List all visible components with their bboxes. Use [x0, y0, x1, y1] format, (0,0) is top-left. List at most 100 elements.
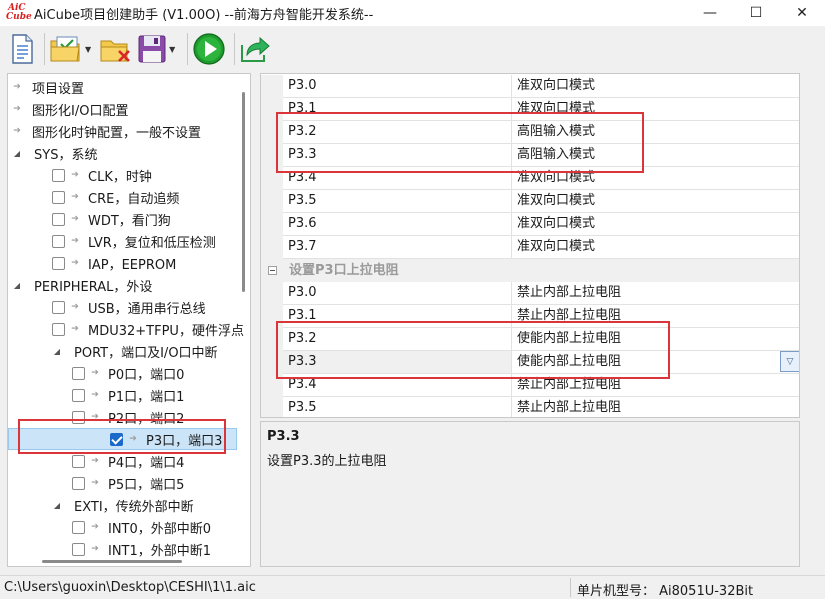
grid-property-row[interactable]: P3.5 禁止内部上拉电阻 — [261, 397, 799, 417]
save-button[interactable]: ▼ — [137, 31, 179, 67]
expand-toggle-icon[interactable]: ◢ — [50, 347, 64, 356]
property-value[interactable]: 禁止内部上拉电阻 — [512, 397, 799, 417]
tree-item-checkbox[interactable] — [72, 388, 85, 402]
tree-vertical-scrollbar[interactable] — [238, 74, 250, 552]
node-arrow-icon: ➔ — [91, 456, 99, 466]
grid-property-row[interactable]: P3.1 准双向口模式 — [261, 98, 799, 121]
grid-property-row[interactable]: P3.2 使能内部上拉电阻 — [261, 328, 799, 351]
tree-item-checkbox[interactable] — [72, 476, 85, 490]
grid-property-row[interactable]: P3.0 准双向口模式 — [261, 75, 799, 98]
tree-item-checkbox[interactable] — [52, 168, 65, 182]
tree-item-checkbox[interactable] — [52, 300, 65, 314]
grid-property-row[interactable]: P3.3 高阻输入模式 — [261, 144, 799, 167]
tree-item-checkbox[interactable] — [52, 256, 65, 270]
tree-item[interactable]: ➔ INT0，外部中断0 — [8, 516, 211, 538]
property-value[interactable]: 准双向口模式 — [512, 98, 799, 121]
property-value-text: 高阻输入模式 — [517, 124, 596, 139]
property-value[interactable]: 高阻输入模式 — [512, 121, 799, 144]
grid-property-row[interactable]: P3.5 准双向口模式 — [261, 190, 799, 213]
tree-item[interactable]: ◢ PORT，端口及I/O口中断 — [8, 340, 218, 362]
tree-item[interactable]: ➔ P3口，端口3 — [8, 428, 237, 450]
tree-item-checkbox[interactable] — [52, 212, 65, 226]
tree-item[interactable]: ➔ 图形化时钟配置，一般不设置 — [8, 120, 201, 142]
property-value[interactable]: 高阻输入模式 — [512, 144, 799, 167]
tree-item[interactable]: ➔ P1口，端口1 — [8, 384, 184, 406]
tree-item[interactable]: ➔ MDU32+TFPU，硬件浮点 — [8, 318, 244, 340]
tree-item[interactable]: ➔ P2口，端口2 — [8, 406, 184, 428]
tree-item[interactable]: ◢ EXTI，传统外部中断 — [8, 494, 194, 516]
property-value[interactable]: 准双向口模式 — [512, 213, 799, 236]
tree-item[interactable]: ➔ P0口，端口0 — [8, 362, 184, 384]
property-value[interactable]: 禁止内部上拉电阻 — [512, 305, 799, 328]
maximize-button[interactable]: ☐ — [733, 0, 779, 26]
tree-item[interactable]: ➔ INT1，外部中断1 — [8, 538, 211, 560]
property-value[interactable]: 准双向口模式 — [512, 236, 799, 259]
export-button[interactable] — [239, 31, 271, 67]
node-arrow-icon: ➔ — [71, 214, 79, 224]
window-title: AiCube项目创建助手 (V1.00O) --前海方舟智能开发系统-- — [34, 7, 374, 23]
tree-item-checkbox[interactable] — [72, 542, 85, 556]
grid-property-row[interactable]: P3.1 禁止内部上拉电阻 — [261, 305, 799, 328]
tree-item-checkbox[interactable] — [52, 190, 65, 204]
tree-item[interactable]: ➔ IAP，EEPROM — [8, 252, 176, 274]
property-name: P3.1 — [283, 305, 512, 328]
property-value[interactable]: 禁止内部上拉电阻 — [512, 374, 799, 397]
tree-item[interactable]: ➔ USB，通用串行总线 — [8, 296, 206, 318]
chevron-down-icon[interactable]: ▼ — [85, 45, 91, 54]
expand-toggle-icon[interactable]: ◢ — [50, 501, 64, 510]
property-value[interactable]: 禁止内部上拉电阻 — [512, 282, 799, 305]
property-value[interactable]: 准双向口模式 — [512, 190, 799, 213]
tree-item-checkbox[interactable] — [52, 322, 65, 336]
grid-gutter — [261, 351, 283, 374]
value-dropdown-button[interactable]: ▽ — [780, 351, 799, 372]
grid-property-row[interactable]: P3.4 准双向口模式 — [261, 167, 799, 190]
grid-category-row[interactable]: 设置P3口上拉电阻 — [261, 259, 799, 282]
grid-property-row[interactable]: P3.0 禁止内部上拉电阻 — [261, 282, 799, 305]
tree-item-label: PORT，端口及I/O口中断 — [74, 345, 218, 361]
tree-item-checkbox[interactable] — [52, 234, 65, 248]
property-value[interactable]: 使能内部上拉电阻 — [512, 328, 799, 351]
grid-gutter — [261, 98, 283, 121]
open-project-button[interactable]: ▼ — [49, 31, 95, 67]
project-tree[interactable]: ➔ 项目设置 ➔ 图形化I/O口配置 ➔ 图形化时钟配置，一般不设置 ◢ SYS，系统 ➔ CLK… — [7, 73, 251, 567]
tree-item[interactable]: ➔ P4口，端口4 — [8, 450, 184, 472]
new-document-button[interactable] — [8, 31, 36, 67]
tree-item-checkbox[interactable] — [72, 410, 85, 424]
grid-gutter — [261, 167, 283, 190]
tree-item-label: CLK，时钟 — [88, 169, 152, 185]
tree-item-checkbox[interactable] — [110, 432, 123, 446]
close-project-button[interactable] — [99, 31, 133, 67]
tree-item[interactable]: ➔ 图形化I/O口配置 — [8, 98, 128, 120]
grid-property-row[interactable]: P3.4 禁止内部上拉电阻 — [261, 374, 799, 397]
tree-item-checkbox[interactable] — [72, 454, 85, 468]
close-button[interactable]: ✕ — [779, 0, 825, 26]
tree-item[interactable]: ➔ LVR，复位和低压检测 — [8, 230, 216, 252]
expand-toggle-icon[interactable]: ◢ — [10, 149, 24, 158]
collapse-icon[interactable] — [267, 266, 277, 275]
property-name: P3.2 — [283, 328, 512, 351]
grid-property-row[interactable]: P3.3 使能内部上拉电阻 ▽ — [261, 351, 799, 374]
tree-item[interactable]: ➔ CRE，自动追频 — [8, 186, 179, 208]
minimize-button[interactable]: — — [687, 0, 733, 26]
grid-property-row[interactable]: P3.6 准双向口模式 — [261, 213, 799, 236]
tree-item[interactable]: ◢ PERIPHERAL，外设 — [8, 274, 152, 296]
tree-item[interactable]: ◢ SYS，系统 — [8, 142, 98, 164]
tree-item-checkbox[interactable] — [72, 366, 85, 380]
property-description-panel: P3.3 设置P3.3的上拉电阻 — [260, 421, 800, 567]
tree-item[interactable]: ➔ P5口，端口5 — [8, 472, 184, 494]
property-grid[interactable]: P3.0 准双向口模式 P3.1 准双向口模式 P3.2 高阻输入模式 P3.3 高阻输入模式… — [260, 73, 800, 418]
property-value[interactable]: 使能内部上拉电阻 ▽ — [512, 351, 799, 374]
status-divider — [570, 578, 571, 597]
grid-property-row[interactable]: P3.2 高阻输入模式 — [261, 121, 799, 144]
tree-item[interactable]: ➔ 项目设置 — [8, 76, 84, 98]
property-value[interactable]: 准双向口模式 — [512, 167, 799, 190]
tree-item-checkbox[interactable] — [72, 520, 85, 534]
expand-toggle-icon[interactable]: ◢ — [10, 281, 24, 290]
property-name: P3.7 — [283, 236, 512, 259]
property-value[interactable]: 准双向口模式 — [512, 75, 799, 98]
run-button[interactable] — [192, 31, 226, 67]
chevron-down-icon[interactable]: ▼ — [169, 45, 175, 54]
grid-property-row[interactable]: P3.7 准双向口模式 — [261, 236, 799, 259]
tree-item[interactable]: ➔ CLK，时钟 — [8, 164, 152, 186]
tree-item[interactable]: ➔ WDT，看门狗 — [8, 208, 171, 230]
